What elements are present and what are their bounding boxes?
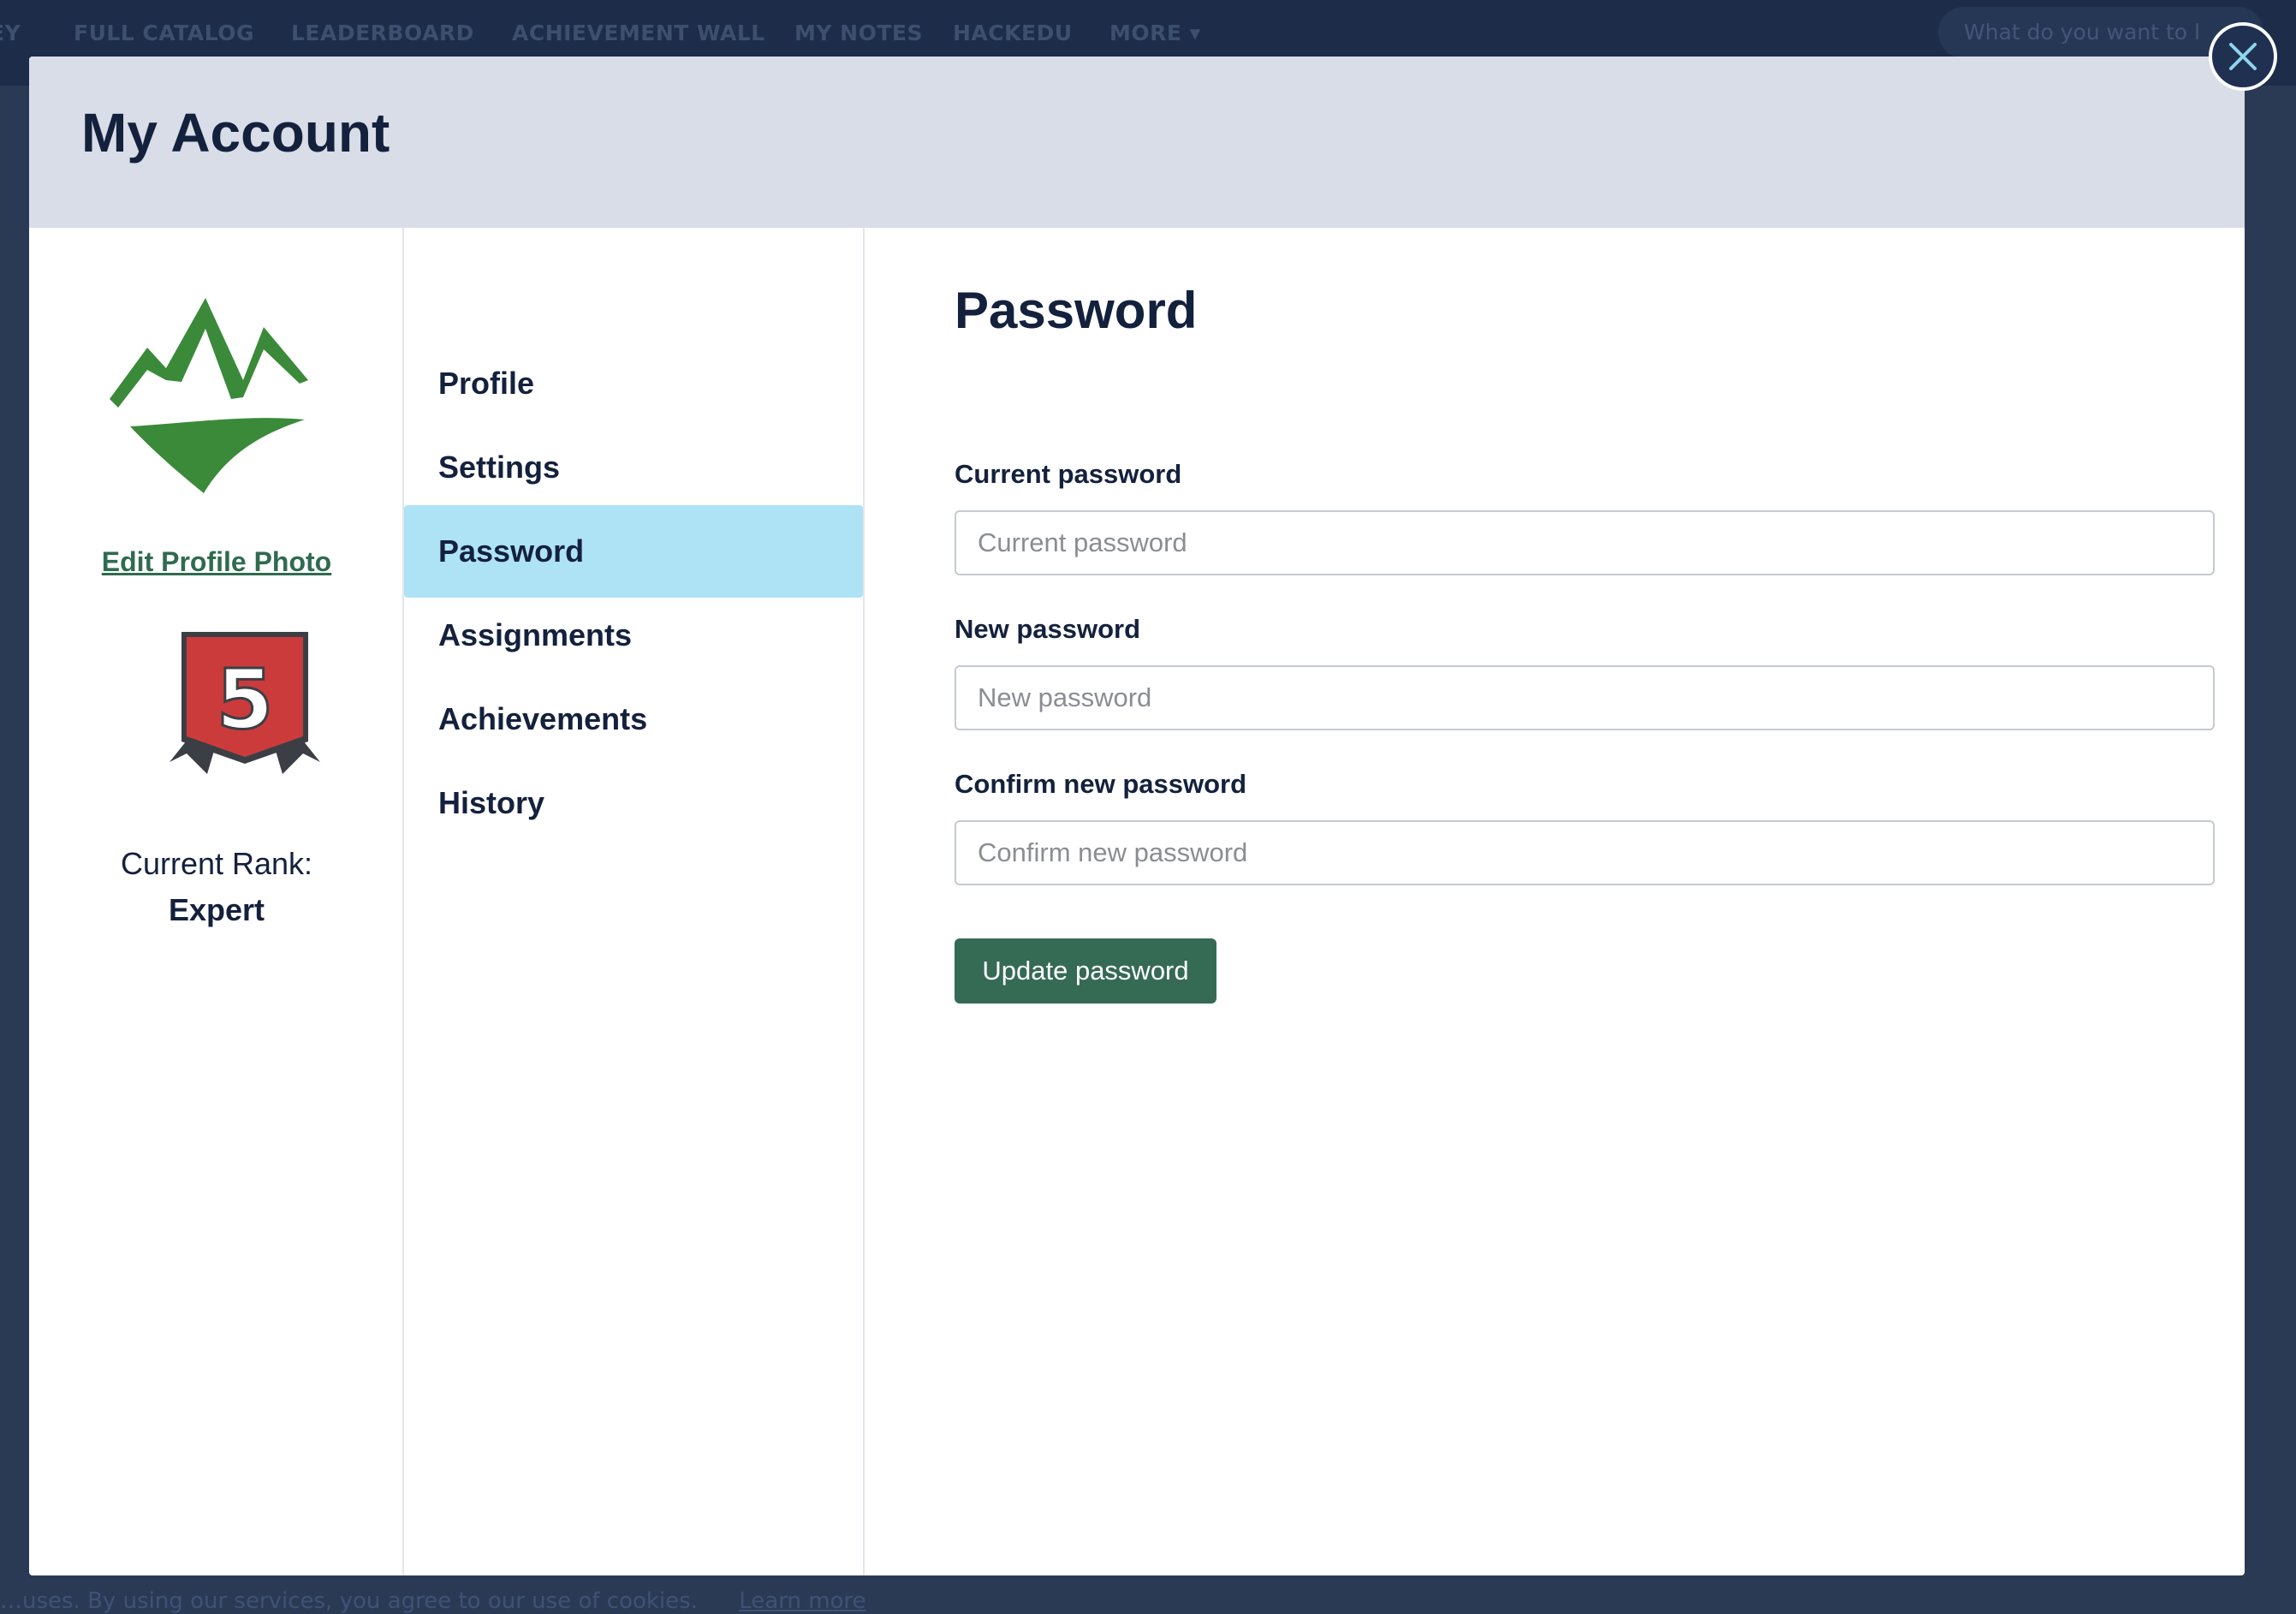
sidebar-item-settings[interactable]: Settings (404, 421, 863, 514)
new-password-label: New password (955, 614, 1141, 644)
rank-badge-number: 5 (217, 652, 274, 747)
my-account-modal: My Account Edit Profile Photo 5 Current … (29, 57, 2245, 1575)
current-rank-label: Current Rank: (120, 846, 313, 881)
sidebar-item-history[interactable]: History (404, 757, 863, 849)
rank-badge-icon: 5 (170, 632, 320, 783)
edit-profile-photo-link[interactable]: Edit Profile Photo (29, 546, 404, 578)
close-icon (2229, 43, 2257, 70)
close-button[interactable] (2209, 22, 2277, 91)
nav-item-full-catalog[interactable]: FULL CATALOG (74, 21, 254, 45)
sidebar-item-achievements[interactable]: Achievements (404, 673, 863, 765)
cookie-notice: …uses. By using our services, you agree … (0, 1588, 866, 1614)
nav-item-my-notes[interactable]: MY NOTES (794, 21, 923, 45)
modal-title: My Account (81, 102, 390, 164)
cookie-text: …uses. By using our services, you agree … (0, 1588, 698, 1614)
modal-header: My Account (29, 57, 2245, 228)
nav-item-achievement-wall[interactable]: ACHIEVEMENT WALL (512, 21, 765, 45)
current-rank-value: Expert (168, 892, 265, 927)
sidebar-item-assignments[interactable]: Assignments (404, 589, 863, 682)
nav-item-more[interactable]: MORE ▾ (1109, 21, 1201, 45)
current-password-field[interactable] (955, 510, 2215, 575)
account-sidebar-nav: Profile Settings Password Assignments Ac… (404, 228, 865, 1575)
confirm-password-field[interactable] (955, 820, 2215, 885)
update-password-button[interactable]: Update password (955, 938, 1216, 1004)
profile-panel: Edit Profile Photo 5 Current Rank: Exper… (29, 228, 404, 1575)
new-password-field[interactable] (955, 665, 2215, 730)
sidebar-item-profile[interactable]: Profile (404, 337, 863, 430)
password-panel: Password Current password New password C… (865, 228, 2245, 1575)
nav-item-hackedu[interactable]: HACKEDU (953, 21, 1073, 45)
confirm-password-label: Confirm new password (955, 769, 1247, 799)
current-password-label: Current password (955, 459, 1182, 489)
section-title: Password (955, 282, 1198, 339)
nav-item-leaderboard[interactable]: LEADERBOARD (291, 21, 474, 45)
sidebar-item-password[interactable]: Password (404, 505, 863, 598)
cookie-learn-more-link[interactable]: Learn more (739, 1588, 865, 1614)
mountain-logo-icon (103, 279, 342, 536)
nav-item-truncated[interactable]: EY (0, 21, 21, 45)
